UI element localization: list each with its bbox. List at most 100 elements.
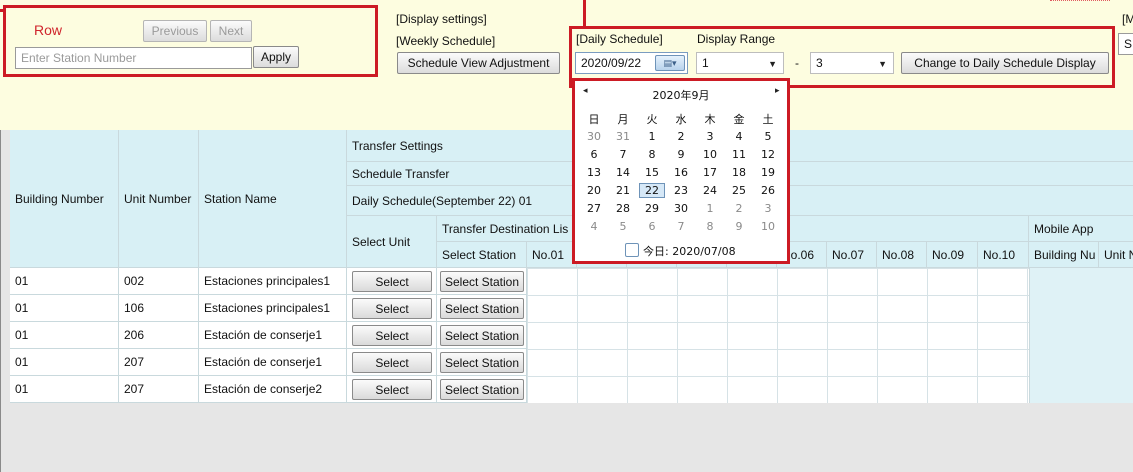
calendar-day[interactable]: 24: [697, 184, 723, 197]
calendar-day[interactable]: 27: [581, 202, 607, 215]
calendar-day[interactable]: 29: [639, 202, 665, 215]
calendar-day[interactable]: 9: [726, 220, 752, 233]
calendar-weekday: 土: [762, 113, 774, 126]
row-unit: 207: [119, 349, 199, 376]
calendar-day[interactable]: 5: [610, 220, 636, 233]
select-station-header: Select Station: [437, 242, 527, 268]
schedule-view-adjustment-button[interactable]: Schedule View Adjustment: [397, 52, 560, 74]
date-field[interactable]: 2020/09/22 ▤▾: [575, 52, 688, 74]
right-edge-field[interactable]: S: [1118, 33, 1133, 55]
col-station-name: Station Name: [199, 130, 347, 268]
calendar-day[interactable]: 30: [668, 202, 694, 215]
range-to-select[interactable]: 3 ▼: [810, 52, 894, 74]
no-col-header: No.10: [978, 242, 1029, 268]
calendar-day[interactable]: 2: [668, 130, 694, 143]
calendar-day[interactable]: 21: [610, 184, 636, 197]
calendar-weekday: 水: [675, 113, 687, 126]
calendar-day[interactable]: 5: [755, 130, 781, 143]
range-from-select[interactable]: 1 ▼: [696, 52, 784, 74]
calendar-day[interactable]: 28: [610, 202, 636, 215]
select-unit-button[interactable]: Select: [352, 352, 432, 373]
calendar-day[interactable]: 9: [668, 148, 694, 161]
row-station-name: Estaciones principales1: [199, 295, 347, 322]
row-unit: 002: [119, 268, 199, 295]
calendar-day[interactable]: 6: [581, 148, 607, 161]
col-building-number: Building Number: [10, 130, 119, 268]
today-label[interactable]: 今日: 2020/07/08: [643, 243, 736, 259]
schedule-grid: Building Number Unit Number Station Name…: [0, 130, 1133, 472]
station-number-input[interactable]: Enter Station Number: [15, 47, 252, 69]
change-to-daily-schedule-button[interactable]: Change to Daily Schedule Display: [901, 52, 1109, 74]
calendar-day[interactable]: 2: [726, 202, 752, 215]
right-edge-redline: [1050, 0, 1110, 3]
calendar-day[interactable]: 4: [581, 220, 607, 233]
weekly-schedule-label: [Weekly Schedule]: [396, 34, 496, 48]
daily-schedule-title: [Daily Schedule]: [576, 32, 663, 46]
chevron-down-icon: ▼: [878, 59, 887, 69]
select-station-button[interactable]: Select Station: [440, 298, 524, 319]
settings-bar: Row Previous Next Enter Station Number A…: [0, 0, 1133, 130]
select-station-button[interactable]: Select Station: [440, 352, 524, 373]
no-col-header: No.09: [927, 242, 978, 268]
calendar-day[interactable]: 10: [755, 220, 781, 233]
calendar-icon[interactable]: ▤▾: [655, 55, 685, 71]
calendar-day[interactable]: 31: [610, 130, 636, 143]
calendar-day[interactable]: 6: [639, 220, 665, 233]
select-station-button[interactable]: Select Station: [440, 325, 524, 346]
calendar-day[interactable]: 17: [697, 166, 723, 179]
calendar-day[interactable]: 18: [726, 166, 752, 179]
calendar-day[interactable]: 19: [755, 166, 781, 179]
calendar-weekday: 金: [733, 113, 745, 126]
calendar-day[interactable]: 1: [639, 130, 665, 143]
calendar-day[interactable]: 13: [581, 166, 607, 179]
calendar-day[interactable]: 15: [639, 166, 665, 179]
calendar-day[interactable]: 3: [697, 130, 723, 143]
previous-button[interactable]: Previous: [143, 20, 207, 42]
date-value: 2020/09/22: [581, 56, 642, 70]
mobile-app-header: Mobile App: [1029, 216, 1133, 242]
calendar-day-selected[interactable]: 22: [639, 183, 665, 198]
calendar-day[interactable]: 10: [697, 148, 723, 161]
range-to-value: 3: [816, 56, 823, 70]
calendar-day[interactable]: 7: [610, 148, 636, 161]
apply-button[interactable]: Apply: [253, 46, 299, 68]
calendar-day[interactable]: 14: [610, 166, 636, 179]
calendar-day[interactable]: 3: [755, 202, 781, 215]
select-station-button[interactable]: Select Station: [440, 379, 524, 400]
display-range-label: Display Range: [697, 32, 776, 46]
calendar-day[interactable]: 1: [697, 202, 723, 215]
calendar-day[interactable]: 30: [581, 130, 607, 143]
range-from-value: 1: [702, 56, 709, 70]
calendar-weekday: 木: [704, 113, 716, 126]
calendar-next-icon[interactable]: ▸: [775, 86, 780, 96]
calendar-day[interactable]: 8: [697, 220, 723, 233]
select-unit-header: Select Unit: [347, 216, 437, 268]
calendar-day[interactable]: 4: [726, 130, 752, 143]
display-settings-title: [Display settings]: [396, 12, 487, 26]
calendar-day[interactable]: 20: [581, 184, 607, 197]
row-station-name: Estación de conserje2: [199, 376, 347, 403]
row-panel-title: Row: [34, 22, 63, 38]
mobile-cells: [1029, 268, 1133, 403]
select-unit-button[interactable]: Select: [352, 271, 432, 292]
calendar-day[interactable]: 8: [639, 148, 665, 161]
calendar-day[interactable]: 23: [668, 184, 694, 197]
chevron-down-icon: ▼: [768, 59, 777, 69]
today-checkbox[interactable]: [625, 243, 639, 257]
select-unit-button[interactable]: Select: [352, 379, 432, 400]
calendar-day[interactable]: 12: [755, 148, 781, 161]
row-station-name: Estación de conserje1: [199, 322, 347, 349]
calendar-weekday: 月: [617, 113, 629, 126]
select-station-button[interactable]: Select Station: [440, 271, 524, 292]
select-unit-button[interactable]: Select: [352, 325, 432, 346]
calendar-popup: ◂ 2020年9月 ▸ 日 月 火 水 木 金 土 30 31 1 2 3 4 …: [572, 78, 790, 264]
calendar-day[interactable]: 11: [726, 148, 752, 161]
range-dash: -: [795, 56, 799, 70]
calendar-day[interactable]: 25: [726, 184, 752, 197]
calendar-day[interactable]: 16: [668, 166, 694, 179]
calendar-day[interactable]: 26: [755, 184, 781, 197]
row-building: 01: [10, 268, 119, 295]
select-unit-button[interactable]: Select: [352, 298, 432, 319]
next-button[interactable]: Next: [210, 20, 252, 42]
calendar-day[interactable]: 7: [668, 220, 694, 233]
